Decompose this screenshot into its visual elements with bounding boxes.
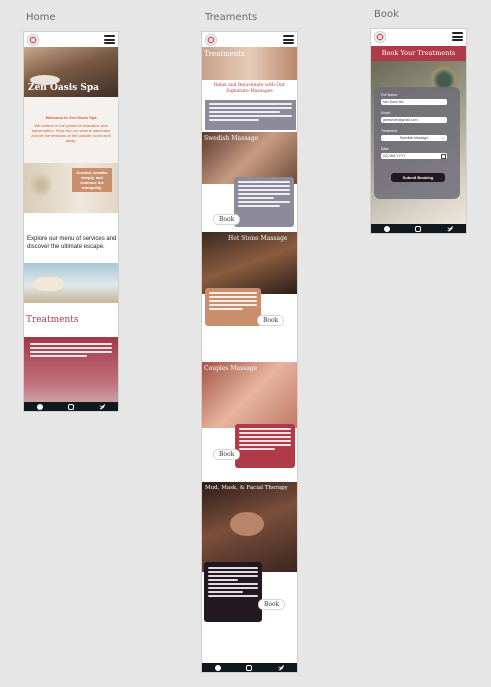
chevron-down-icon: ⌄	[441, 135, 445, 140]
book-frame-label: Book	[374, 9, 399, 20]
full-name-field[interactable]: Mei Soon Hui	[381, 99, 447, 105]
book-background: Full Name: Mei Soon Hui Email: janesmith…	[371, 61, 466, 224]
book-facial-button[interactable]: Book	[259, 600, 285, 609]
twitter-icon[interactable]	[278, 664, 285, 671]
treatments-frame[interactable]: Treatments Relax and Rejuvenate with Our…	[202, 32, 297, 672]
home-frame[interactable]: Zen Oasis Spa Welcome to Zen Oasis Spa W…	[24, 32, 118, 411]
hot-stone-image: Hot Stone Massage	[202, 232, 297, 294]
facebook-icon[interactable]	[36, 403, 43, 410]
treatments-preview-text	[30, 343, 112, 357]
footer	[202, 663, 297, 672]
facial-description	[204, 562, 262, 622]
face-shape	[230, 512, 264, 536]
header	[24, 32, 118, 47]
hot-stone-description	[205, 288, 261, 326]
hot-stone-title: Hot Stone Massage	[228, 235, 288, 242]
hero-image: Zen Oasis Spa	[24, 47, 118, 97]
treatment-label: Treatment:	[381, 129, 398, 133]
hero-title: Zen Oasis Spa	[28, 83, 99, 93]
instagram-icon[interactable]	[246, 664, 253, 671]
twitter-icon[interactable]	[99, 403, 106, 410]
spa-towel	[34, 277, 64, 291]
full-name-label: Full Name:	[381, 93, 398, 97]
logo[interactable]	[205, 33, 217, 46]
treatments-hero: Treatments	[202, 47, 297, 80]
intro-text-box	[205, 100, 296, 130]
couples-massage-image: Couples Massage	[202, 362, 297, 428]
treatment-select[interactable]: Swedish Massage ⌄	[381, 135, 447, 141]
treatments-section: Treatments	[24, 303, 118, 337]
booking-form: Full Name: Mei Soon Hui Email: janesmith…	[374, 87, 460, 199]
facebook-icon[interactable]	[214, 664, 221, 671]
treatments-preview[interactable]	[24, 337, 118, 402]
facial-therapy-image: Mud, Mask, & Facial Therapy	[202, 482, 297, 572]
flower-decoration	[30, 171, 52, 199]
couples-massage-title: Couples Massage	[204, 365, 258, 372]
hamburger-menu-icon[interactable]	[104, 35, 115, 44]
email-label: Email:	[381, 111, 391, 115]
treatments-hero-title: Treatments	[204, 50, 245, 58]
instagram-icon[interactable]	[415, 225, 422, 232]
treatment-select-value: Swedish Massage	[399, 136, 429, 140]
couples-description-text	[239, 428, 291, 450]
submit-booking-button[interactable]: Submit Booking	[391, 173, 445, 182]
spa-image	[24, 263, 118, 303]
couples-description	[235, 424, 295, 468]
book-swedish-button[interactable]: Book	[214, 215, 240, 224]
footer	[24, 402, 118, 411]
email-field[interactable]: janesmith@gmail.com	[381, 117, 447, 123]
book-hot-stone-button[interactable]: Book	[258, 316, 284, 325]
date-label: Date:	[381, 147, 390, 151]
logo[interactable]	[374, 30, 386, 43]
hamburger-menu-icon[interactable]	[283, 35, 294, 44]
book-couples-button[interactable]: Book	[214, 450, 240, 459]
intro-section: Relax and Rejuvenate with Our Signature …	[202, 80, 297, 100]
intro-title: Relax and Rejuvenate with Our Signature …	[213, 83, 286, 94]
logo[interactable]	[27, 33, 39, 46]
header	[371, 29, 466, 44]
hot-stone-description-text	[209, 292, 257, 310]
twitter-icon[interactable]	[447, 225, 454, 232]
book-title: Book Your Treatments	[381, 49, 456, 57]
book-title-bar: Book Your Treatments	[371, 46, 466, 61]
swedish-massage-title: Swedish Massage	[204, 135, 259, 142]
footer	[371, 224, 466, 233]
explore-text: Explore our menu of services and discove…	[27, 236, 117, 250]
facebook-icon[interactable]	[383, 225, 390, 232]
welcome-text: We believe in the power of relaxation an…	[31, 123, 111, 143]
banner-text: Unwind, breathe deeply, and embrace the …	[72, 168, 112, 192]
treatments-frame-label: Treaments	[205, 12, 258, 23]
explore-section: Explore our menu of services and discove…	[24, 213, 118, 263]
date-field[interactable]: DD-MM-YYYY	[381, 153, 447, 159]
header	[202, 32, 297, 47]
banner-image: Unwind, breathe deeply, and embrace the …	[24, 163, 118, 213]
home-frame-label: Home	[26, 12, 56, 23]
swedish-description	[234, 177, 294, 227]
treatments-heading[interactable]: Treatments	[26, 315, 79, 325]
facial-description-text	[208, 567, 258, 597]
facial-therapy-title: Mud, Mask, & Facial Therapy	[205, 485, 288, 491]
hamburger-menu-icon[interactable]	[452, 32, 463, 41]
calendar-icon[interactable]	[441, 153, 446, 159]
welcome-heading: Welcome to Zen Oasis Spa	[45, 115, 97, 120]
intro-text	[209, 103, 292, 121]
date-placeholder: DD-MM-YYYY	[383, 154, 406, 158]
book-frame[interactable]: Book Your Treatments Full Name: Mei Soon…	[371, 29, 466, 233]
instagram-icon[interactable]	[67, 403, 74, 410]
swedish-description-text	[238, 181, 290, 207]
